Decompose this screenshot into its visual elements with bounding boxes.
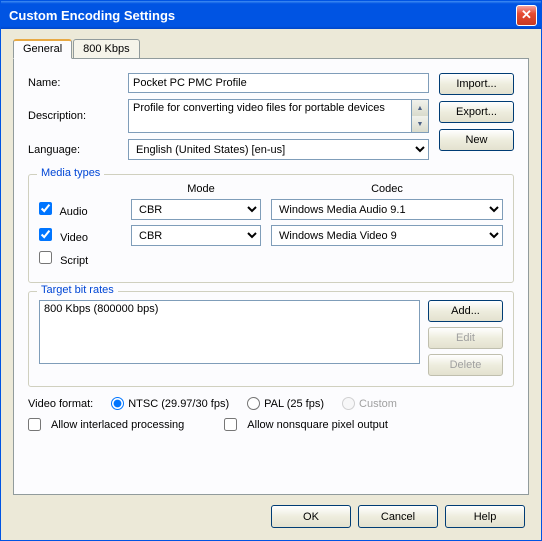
mode-header: Mode: [131, 183, 271, 195]
interlaced-checkbox-label[interactable]: Allow interlaced processing: [28, 418, 184, 431]
language-label: Language:: [28, 144, 128, 156]
codec-header: Codec: [271, 183, 503, 195]
description-textarea[interactable]: Profile for converting video files for p…: [128, 99, 412, 133]
script-label: Script: [60, 255, 88, 267]
audio-codec-select[interactable]: Windows Media Audio 9.1: [271, 199, 503, 220]
cancel-button[interactable]: Cancel: [358, 505, 438, 528]
ok-button[interactable]: OK: [271, 505, 351, 528]
name-label: Name:: [28, 77, 128, 89]
video-mode-select[interactable]: CBR: [131, 225, 261, 246]
tab-general[interactable]: General: [13, 39, 72, 59]
scroll-up-button[interactable]: ▲: [412, 100, 428, 116]
script-checkbox[interactable]: [39, 251, 52, 264]
scroll-down-button[interactable]: ▼: [412, 116, 428, 132]
audio-mode-select[interactable]: CBR: [131, 199, 261, 220]
video-checkbox[interactable]: [39, 228, 52, 241]
description-label: Description:: [28, 110, 128, 122]
name-input[interactable]: [128, 73, 429, 93]
add-button[interactable]: Add...: [428, 300, 503, 322]
ntsc-radio[interactable]: [111, 397, 124, 410]
custom-radio: [342, 397, 355, 410]
edit-button: Edit: [428, 327, 503, 349]
custom-radio-label: Custom: [342, 397, 397, 410]
help-button[interactable]: Help: [445, 505, 525, 528]
bitrate-item[interactable]: 800 Kbps (800000 bps): [44, 303, 415, 315]
language-select[interactable]: English (United States) [en-us]: [128, 139, 429, 160]
import-button[interactable]: Import...: [439, 73, 514, 95]
nonsquare-checkbox[interactable]: [224, 418, 237, 431]
bitrates-listbox[interactable]: 800 Kbps (800000 bps): [39, 300, 420, 364]
delete-button: Delete: [428, 354, 503, 376]
pal-radio-label[interactable]: PAL (25 fps): [247, 397, 324, 410]
nonsquare-checkbox-label[interactable]: Allow nonsquare pixel output: [224, 418, 388, 431]
window-title: Custom Encoding Settings: [9, 8, 516, 23]
interlaced-checkbox[interactable]: [28, 418, 41, 431]
tab-800kbps[interactable]: 800 Kbps: [73, 39, 139, 59]
media-types-legend: Media types: [37, 167, 104, 179]
video-label: Video: [60, 232, 88, 244]
export-button[interactable]: Export...: [439, 101, 514, 123]
video-codec-select[interactable]: Windows Media Video 9: [271, 225, 503, 246]
close-icon: ✕: [521, 7, 532, 23]
video-format-label: Video format:: [28, 398, 93, 410]
ntsc-radio-label[interactable]: NTSC (29.97/30 fps): [111, 397, 229, 410]
pal-radio[interactable]: [247, 397, 260, 410]
new-button[interactable]: New: [439, 129, 514, 151]
close-button[interactable]: ✕: [516, 5, 537, 26]
audio-label: Audio: [59, 206, 87, 218]
audio-checkbox[interactable]: [39, 202, 52, 215]
bitrates-legend: Target bit rates: [37, 284, 118, 296]
